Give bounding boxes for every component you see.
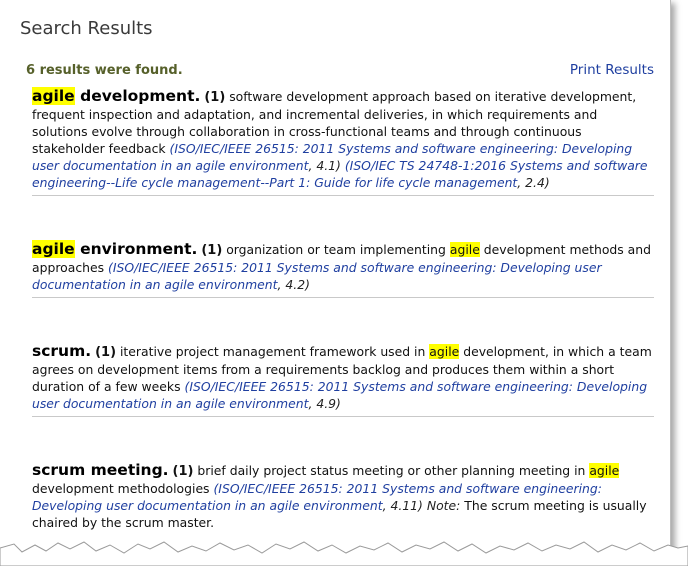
entry-term: scrum. xyxy=(32,342,92,360)
clause-ref: , 4.11) xyxy=(382,498,427,513)
highlight: agile xyxy=(32,240,75,258)
page-title: Search Results xyxy=(20,18,153,39)
clause-ref: , 4.9) xyxy=(308,396,341,411)
highlight: agile xyxy=(589,463,620,478)
print-results-link[interactable]: Print Results xyxy=(570,62,654,78)
result-entry-agile-environment: agile environment. (1) organization or t… xyxy=(32,240,654,298)
sense-number: (1) xyxy=(172,464,194,479)
highlight: agile xyxy=(32,87,75,105)
search-results-panel: Search Results 6 results were found. Pri… xyxy=(0,0,671,556)
definition: development methodologies xyxy=(32,481,214,496)
highlight: agile xyxy=(429,344,460,359)
highlight: agile xyxy=(449,242,480,257)
term-text: development. xyxy=(74,87,201,105)
results-list: agile development. (1) software developm… xyxy=(32,87,654,556)
result-entry-scrum: scrum. (1) iterative project management … xyxy=(32,343,654,417)
result-entry-agile-development: agile development. (1) software developm… xyxy=(32,87,654,196)
sense-number: (1) xyxy=(95,345,117,360)
entry-term: agile development. xyxy=(32,87,200,105)
result-count: 6 results were found. xyxy=(26,63,183,78)
entry-term: agile environment. xyxy=(32,240,197,258)
definition: organization or team implementing xyxy=(222,242,450,257)
source-link[interactable]: (ISO/IEC/IEEE 26515: 2011 Systems and so… xyxy=(32,260,602,292)
term-text: environment. xyxy=(74,240,198,258)
clause-ref: , 4.2) xyxy=(277,277,310,292)
sense-number: (1) xyxy=(201,243,223,258)
definition: brief daily project status meeting or ot… xyxy=(193,463,590,478)
torn-edge xyxy=(0,541,688,566)
clause-ref: , 2.4) xyxy=(517,175,550,190)
entry-term: scrum meeting. xyxy=(32,461,169,479)
sense-number: (1) xyxy=(204,90,226,105)
note-label: Note: xyxy=(426,498,461,513)
definition: iterative project management framework u… xyxy=(116,344,430,359)
clause-ref: , 4.1) xyxy=(308,158,345,173)
